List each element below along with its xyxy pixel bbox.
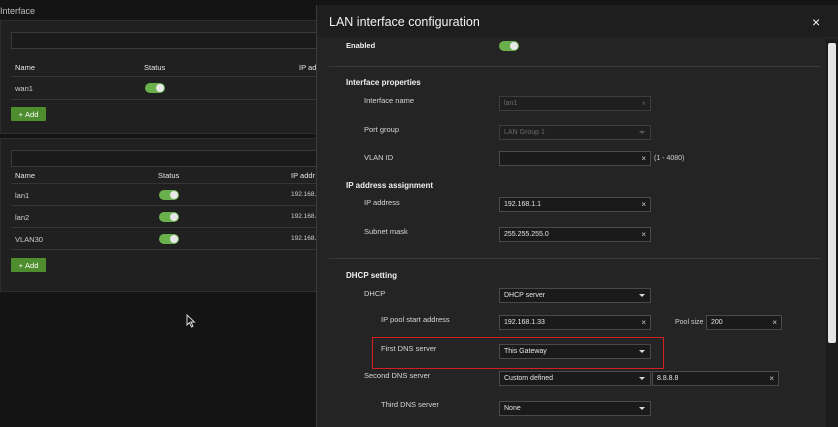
table-row-name: VLAN30	[15, 235, 43, 244]
status-toggle[interactable]	[159, 234, 179, 244]
dhcp-label: DHCP	[364, 289, 386, 298]
section-ip-assignment: IP address assignment	[346, 181, 433, 190]
ip-pool-start-value: 192.168.1.33	[504, 319, 545, 326]
ip-pool-start-label: IP pool start address	[381, 315, 450, 324]
add-button-label: Add	[25, 109, 39, 119]
ip-address-label: IP address	[364, 198, 400, 207]
vlan-id-field[interactable]: ×	[499, 151, 651, 166]
enabled-label: Enabled	[346, 41, 376, 50]
clear-icon: ×	[641, 99, 646, 108]
third-dns-select[interactable]: None	[499, 401, 651, 416]
port-group-select: LAN Group 1	[499, 125, 651, 140]
second-dns-custom-field[interactable]: 8.8.8.8 ×	[652, 371, 779, 386]
chevron-down-icon	[639, 407, 645, 410]
divider	[11, 205, 317, 206]
second-dns-custom-value: 8.8.8.8	[657, 375, 679, 382]
lan-header-ip: IP addr	[291, 171, 316, 180]
clear-icon[interactable]: ×	[769, 374, 774, 383]
ip-pool-start-field[interactable]: 192.168.1.33 ×	[499, 315, 651, 330]
ip-address-value: 192.168.1.1	[504, 201, 541, 208]
status-toggle[interactable]	[159, 190, 179, 200]
lan-search-input[interactable]	[11, 150, 319, 167]
toggle-knob	[510, 42, 518, 50]
divider	[11, 249, 317, 250]
first-dns-value: This Gateway	[504, 348, 547, 355]
status-toggle[interactable]	[159, 212, 179, 222]
chevron-down-icon	[639, 131, 645, 134]
toggle-knob	[170, 191, 178, 199]
status-toggle[interactable]	[145, 83, 165, 93]
page-title: Interface	[0, 6, 36, 16]
wan-header-ip: IP ad	[299, 63, 317, 72]
pool-size-label: Pool size	[675, 319, 704, 326]
toggle-knob	[170, 213, 178, 221]
first-dns-select[interactable]: This Gateway	[499, 344, 651, 359]
second-dns-value: Custom defined	[504, 375, 554, 382]
vlan-id-range-hint: (1 - 4080)	[654, 155, 685, 162]
table-row-name: lan2	[15, 213, 30, 222]
vlan-id-label: VLAN ID	[364, 153, 394, 162]
clear-icon[interactable]: ×	[641, 200, 646, 209]
chevron-down-icon	[639, 350, 645, 353]
add-lan-button[interactable]: + Add	[11, 258, 46, 272]
pool-size-value: 200	[711, 319, 723, 326]
first-dns-label: First DNS server	[381, 344, 437, 353]
lan-header-status: Status	[158, 171, 180, 180]
subnet-mask-label: Subnet mask	[364, 227, 408, 236]
third-dns-label: Third DNS server	[381, 400, 439, 409]
lan-header-name: Name	[15, 171, 36, 180]
section-interface-properties: Interface properties	[346, 78, 421, 87]
divider	[329, 66, 821, 67]
wan-header-name: Name	[15, 63, 36, 72]
dialog-header: LAN interface configuration ×	[317, 5, 838, 37]
second-dns-select[interactable]: Custom defined	[499, 371, 651, 386]
enabled-toggle[interactable]	[499, 41, 519, 51]
dhcp-value: DHCP server	[504, 292, 546, 299]
port-group-label: Port group	[364, 125, 400, 134]
plus-icon: +	[18, 260, 24, 270]
subnet-mask-field[interactable]: 255.255.255.0 ×	[499, 227, 651, 242]
pool-size-field[interactable]: 200 ×	[706, 315, 782, 330]
wan-search-input[interactable]	[11, 32, 319, 49]
divider	[11, 227, 317, 228]
plus-icon: +	[18, 109, 24, 119]
dhcp-select[interactable]: DHCP server	[499, 288, 651, 303]
ip-address-field[interactable]: 192.168.1.1 ×	[499, 197, 651, 212]
divider	[329, 258, 821, 259]
toggle-knob	[170, 235, 178, 243]
add-button-label: Add	[25, 260, 39, 270]
interface-name-label: Interface name	[364, 96, 415, 105]
dialog-scrollbar-thumb[interactable]	[828, 43, 836, 343]
lan-config-dialog: LAN interface configuration × Enabled In…	[316, 5, 838, 427]
divider	[11, 183, 317, 184]
close-icon[interactable]: ×	[812, 14, 820, 30]
second-dns-label: Second DNS server	[364, 371, 431, 380]
port-group-value: LAN Group 1	[504, 129, 545, 136]
clear-icon[interactable]: ×	[641, 154, 646, 163]
interface-name-value: lan1	[504, 100, 518, 107]
wan-panel: Name Status IP ad wan1 + Add	[0, 20, 320, 134]
clear-icon[interactable]: ×	[641, 318, 646, 327]
mouse-cursor-icon	[186, 314, 196, 328]
divider	[11, 99, 317, 100]
third-dns-value: None	[504, 405, 521, 412]
divider	[11, 76, 317, 77]
clear-icon[interactable]: ×	[641, 230, 646, 239]
chevron-down-icon	[639, 377, 645, 380]
dialog-title: LAN interface configuration	[329, 15, 480, 29]
lan-panel: Name Status IP addr lan1 192.168.1 lan2 …	[0, 138, 320, 292]
wan-header-status: Status	[144, 63, 166, 72]
interface-name-field: lan1 ×	[499, 96, 651, 111]
chevron-down-icon	[639, 294, 645, 297]
table-row-name: lan1	[15, 191, 30, 200]
subnet-mask-value: 255.255.255.0	[504, 231, 549, 238]
add-wan-button[interactable]: + Add	[11, 107, 46, 121]
section-dhcp-setting: DHCP setting	[346, 271, 397, 280]
toggle-knob	[156, 84, 164, 92]
table-row-name: wan1	[15, 84, 33, 93]
clear-icon[interactable]: ×	[772, 318, 777, 327]
